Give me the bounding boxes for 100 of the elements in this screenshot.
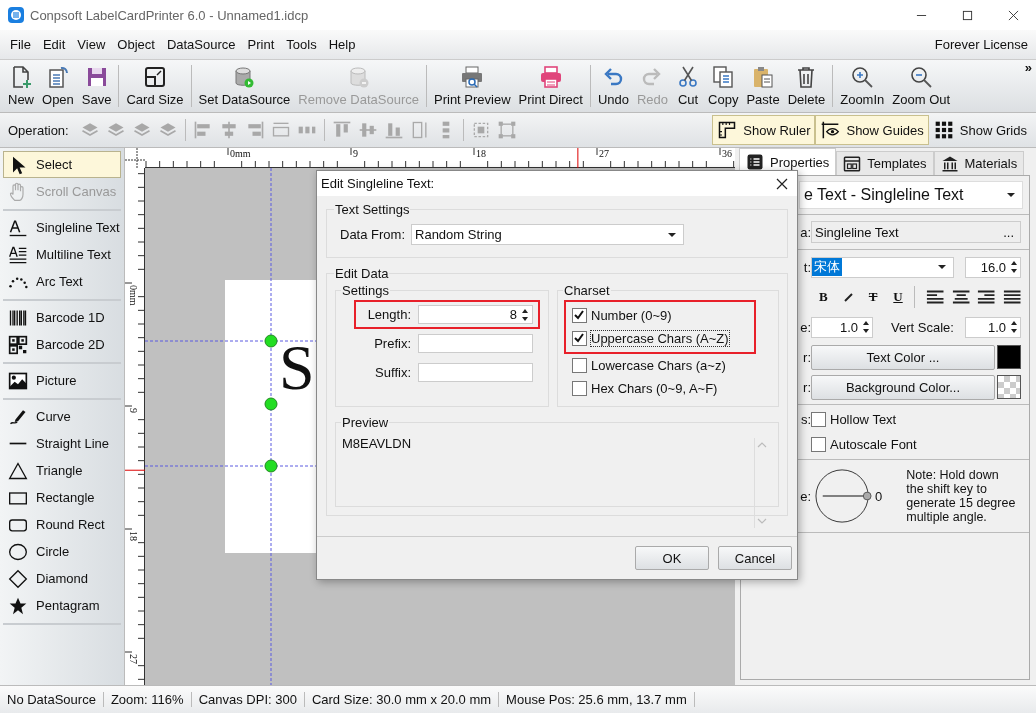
tool-button[interactable]: Straight Line: [3, 430, 121, 457]
checkbox[interactable]: [811, 412, 826, 427]
align-top-icon: [331, 120, 352, 140]
text-align-icon[interactable]: [951, 289, 971, 305]
ruler-label: 27: [128, 654, 139, 664]
paste-button[interactable]: Paste: [742, 63, 784, 109]
bold-button[interactable]: B: [811, 286, 836, 308]
object-dropdown[interactable]: e Text - Singleline Text: [799, 181, 1023, 209]
zoom-out-icon: [909, 65, 934, 89]
card-size-icon: [143, 65, 167, 89]
tool-button[interactable]: Select: [3, 151, 121, 178]
ruler-toggle[interactable]: Show Ruler: [712, 115, 816, 145]
menu-item[interactable]: Tools: [280, 33, 323, 56]
tool-button[interactable]: Round Rect: [3, 511, 121, 538]
strike-button[interactable]: T: [860, 286, 886, 308]
set-datasource-button[interactable]: Set DataSource: [194, 63, 295, 109]
tool-button[interactable]: Circle: [3, 538, 121, 565]
menu-item[interactable]: View: [71, 33, 112, 56]
tool-button[interactable]: Multiline Text: [3, 241, 121, 268]
ruler-label: 9: [128, 408, 139, 413]
close-icon: [1007, 9, 1019, 21]
checkbox[interactable]: [811, 437, 826, 452]
menu-item[interactable]: DataSource: [160, 33, 242, 56]
dialog-button[interactable]: Cancel: [718, 546, 792, 570]
underline-button[interactable]: U: [885, 286, 911, 308]
resize-handle[interactable]: [264, 459, 278, 473]
menu-item[interactable]: Help: [322, 33, 362, 56]
font-dropdown[interactable]: 宋体: [811, 256, 954, 278]
checkbox-label: Hollow Text: [830, 412, 897, 427]
text-field[interactable]: [418, 363, 533, 382]
zoom-out-button[interactable]: Zoom Out: [888, 63, 955, 109]
tool-button[interactable]: Barcode 1D: [3, 304, 121, 331]
font-size-spinner[interactable]: 16.0: [965, 256, 1021, 278]
cut-button[interactable]: Cut: [672, 63, 705, 109]
tool-button[interactable]: Curve: [3, 403, 121, 430]
tool-button[interactable]: Arc Text: [3, 268, 121, 295]
menu-item[interactable]: Print: [241, 33, 281, 56]
overflow-chevron[interactable]: »: [1024, 60, 1032, 75]
text-align-icon[interactable]: [977, 289, 996, 305]
save-button[interactable]: Save: [77, 63, 116, 109]
print-preview-button[interactable]: Print Preview: [430, 63, 515, 109]
menu-item[interactable]: File: [4, 33, 37, 56]
zoom-in-button[interactable]: ZoomIn: [836, 63, 889, 109]
same-width-icon: [270, 120, 291, 140]
grid-toggle[interactable]: Show Grids: [928, 115, 1032, 145]
resize-handle[interactable]: [264, 334, 278, 348]
tool-button[interactable]: Pentagram: [3, 592, 121, 619]
tool-button[interactable]: Singleline Text: [3, 214, 121, 241]
length-spinner[interactable]: 8: [418, 305, 533, 324]
checkbox[interactable]: [572, 308, 587, 323]
text-field[interactable]: [418, 334, 533, 353]
tool-button[interactable]: Diamond: [3, 565, 121, 592]
data-from-dropdown[interactable]: Random String: [411, 224, 684, 245]
panel-tab[interactable]: Materials: [933, 151, 1025, 175]
horizontal-scale-spinner[interactable]: 1.0: [811, 316, 873, 338]
ruler-label: 0mm: [230, 148, 251, 159]
transparent-swatch[interactable]: [997, 375, 1021, 399]
checkbox[interactable]: [572, 331, 587, 346]
new-button[interactable]: New: [4, 63, 38, 109]
undo-button[interactable]: Undo: [593, 63, 633, 109]
angle-dial[interactable]: [815, 467, 873, 525]
spinner-arrows-icon: [1011, 261, 1017, 273]
copy-button[interactable]: Copy: [704, 63, 743, 109]
dialog-button[interactable]: OK: [635, 546, 709, 570]
text-align-icon[interactable]: [1002, 289, 1021, 305]
scrollbar[interactable]: [754, 438, 768, 528]
background-color-button[interactable]: Background Color...: [811, 374, 995, 400]
card-text[interactable]: S: [279, 336, 315, 400]
resize-handle[interactable]: [264, 397, 278, 411]
checkbox-label: Lowercase Chars (a~z): [591, 358, 726, 373]
layout-icon: [843, 154, 862, 173]
checkbox-label: Number (0~9): [591, 308, 672, 323]
tool-button[interactable]: Barcode 2D: [3, 331, 121, 358]
panel-tab[interactable]: Templates: [836, 151, 934, 175]
multiline-text-icon: [8, 244, 28, 265]
text-color-button[interactable]: Text Color ...: [811, 344, 995, 370]
open-button[interactable]: Open: [38, 63, 78, 109]
text-align-icon[interactable]: [926, 289, 945, 305]
color-swatch[interactable]: [997, 345, 1021, 369]
field-label: Data From:: [340, 227, 405, 242]
preview-text: M8EAVLDN: [342, 436, 412, 451]
browse-button[interactable]: ...: [1003, 224, 1014, 240]
print-direct-button[interactable]: Print Direct: [514, 63, 587, 109]
printer-icon: [538, 65, 563, 89]
tool-button[interactable]: Picture: [3, 367, 121, 394]
guides-toggle[interactable]: Show Guides: [815, 115, 929, 145]
tool-button[interactable]: Triangle: [3, 457, 121, 484]
vertical-scale-spinner[interactable]: 1.0: [965, 316, 1021, 338]
app-icon: [8, 7, 24, 23]
menu-item[interactable]: Edit: [36, 33, 72, 56]
checkbox[interactable]: [572, 381, 587, 396]
ruler-icon: [717, 120, 738, 140]
tool-button[interactable]: Rectangle: [3, 484, 121, 511]
menu-item[interactable]: Object: [111, 33, 161, 56]
checkbox[interactable]: [572, 358, 587, 373]
delete-button[interactable]: Delete: [783, 63, 830, 109]
caret-icon: [1007, 193, 1015, 197]
ruler-label: 9: [353, 148, 358, 159]
card-size-button[interactable]: Card Size: [122, 63, 188, 109]
data-field[interactable]: Singleline Text ...: [811, 221, 1021, 243]
